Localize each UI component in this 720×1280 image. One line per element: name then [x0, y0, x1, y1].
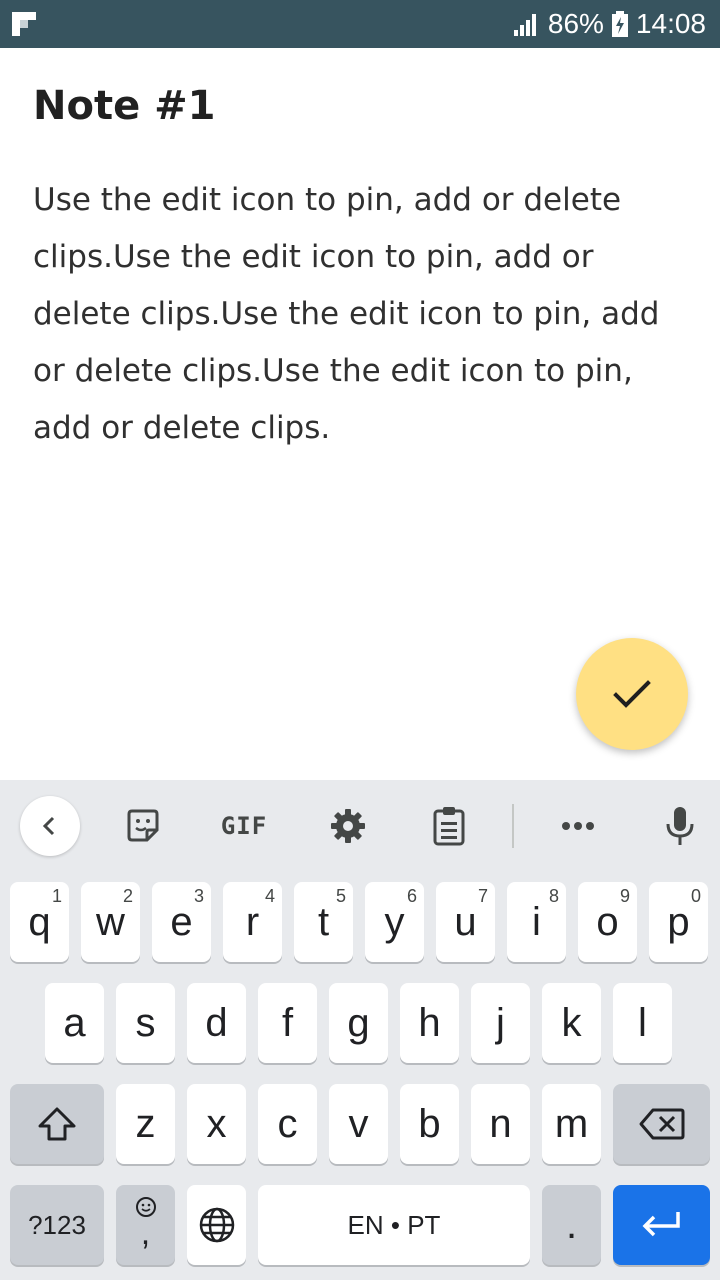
status-bar: 86% 14:08 [0, 0, 720, 48]
key-z[interactable]: z [116, 1084, 175, 1164]
microphone-icon [666, 807, 694, 845]
period-key[interactable]: . [542, 1185, 601, 1265]
clipboard-button[interactable] [429, 806, 469, 846]
clock: 14:08 [635, 8, 706, 39]
enter-arrow-icon [642, 1212, 680, 1237]
clipboard-icon [433, 807, 465, 846]
key-i[interactable]: 8i [507, 882, 566, 962]
key-e[interactable]: 3e [152, 882, 211, 962]
gif-button[interactable]: GIF [218, 810, 270, 842]
sticker-button[interactable] [123, 806, 163, 846]
backspace-icon [639, 1108, 684, 1140]
key-m[interactable]: m [542, 1084, 601, 1164]
battery-percent: 86% [547, 8, 604, 39]
key-f[interactable]: f [258, 983, 317, 1063]
comma-key[interactable]: , [116, 1185, 175, 1265]
key-t[interactable]: 5t [294, 882, 353, 962]
backspace-key[interactable] [613, 1084, 710, 1164]
space-bar[interactable]: EN • PT [258, 1185, 530, 1265]
key-g[interactable]: g [329, 983, 388, 1063]
key-a[interactable]: a [45, 983, 104, 1063]
signal-icon [513, 14, 536, 36]
toolbar-divider [512, 804, 514, 848]
key-l[interactable]: l [613, 983, 672, 1063]
key-h[interactable]: h [400, 983, 459, 1063]
key-j[interactable]: j [471, 983, 530, 1063]
key-v[interactable]: v [329, 1084, 388, 1164]
symbols-key[interactable]: ?123 [10, 1185, 104, 1265]
more-options-button[interactable] [558, 806, 598, 846]
sticker-icon [127, 809, 159, 842]
key-q[interactable]: 1q [10, 882, 69, 962]
soft-keyboard: GIF 1 q 2 w 3 e 4 r 5 t 6 y 7 u 8 i 9 o … [0, 780, 720, 1280]
toolbar-back-button[interactable] [20, 796, 80, 856]
flipboard-icon [12, 12, 36, 36]
globe-icon [199, 1207, 234, 1243]
enter-key[interactable] [613, 1185, 710, 1265]
key-o[interactable]: 9o [578, 882, 637, 962]
key-s[interactable]: s [116, 983, 175, 1063]
key-y[interactable]: 6y [365, 882, 424, 962]
key-c[interactable]: c [258, 1084, 317, 1164]
key-n[interactable]: n [471, 1084, 530, 1164]
voice-input-button[interactable] [660, 806, 700, 846]
key-d[interactable]: d [187, 983, 246, 1063]
gear-icon [331, 809, 365, 843]
key-w[interactable]: 2w [81, 882, 140, 962]
note-title[interactable]: Note #1 [33, 78, 693, 134]
battery-charging-icon [611, 11, 628, 37]
key-k[interactable]: k [542, 983, 601, 1063]
language-key[interactable] [187, 1185, 246, 1265]
save-fab-button[interactable] [576, 638, 688, 750]
check-icon [613, 680, 651, 708]
shift-arrow-icon [38, 1107, 76, 1141]
more-dots-icon [562, 822, 594, 830]
shift-key[interactable] [10, 1084, 104, 1164]
note-body[interactable]: Use the edit icon to pin, add or delete … [33, 172, 693, 457]
back-chevron-icon [42, 816, 55, 836]
key-u[interactable]: 7u [436, 882, 495, 962]
key-r[interactable]: 4r [223, 882, 282, 962]
key-b[interactable]: b [400, 1084, 459, 1164]
settings-button[interactable] [328, 806, 368, 846]
key-x[interactable]: x [187, 1084, 246, 1164]
keyboard-toolbar: GIF [0, 780, 720, 872]
key-p[interactable]: 0p [649, 882, 708, 962]
